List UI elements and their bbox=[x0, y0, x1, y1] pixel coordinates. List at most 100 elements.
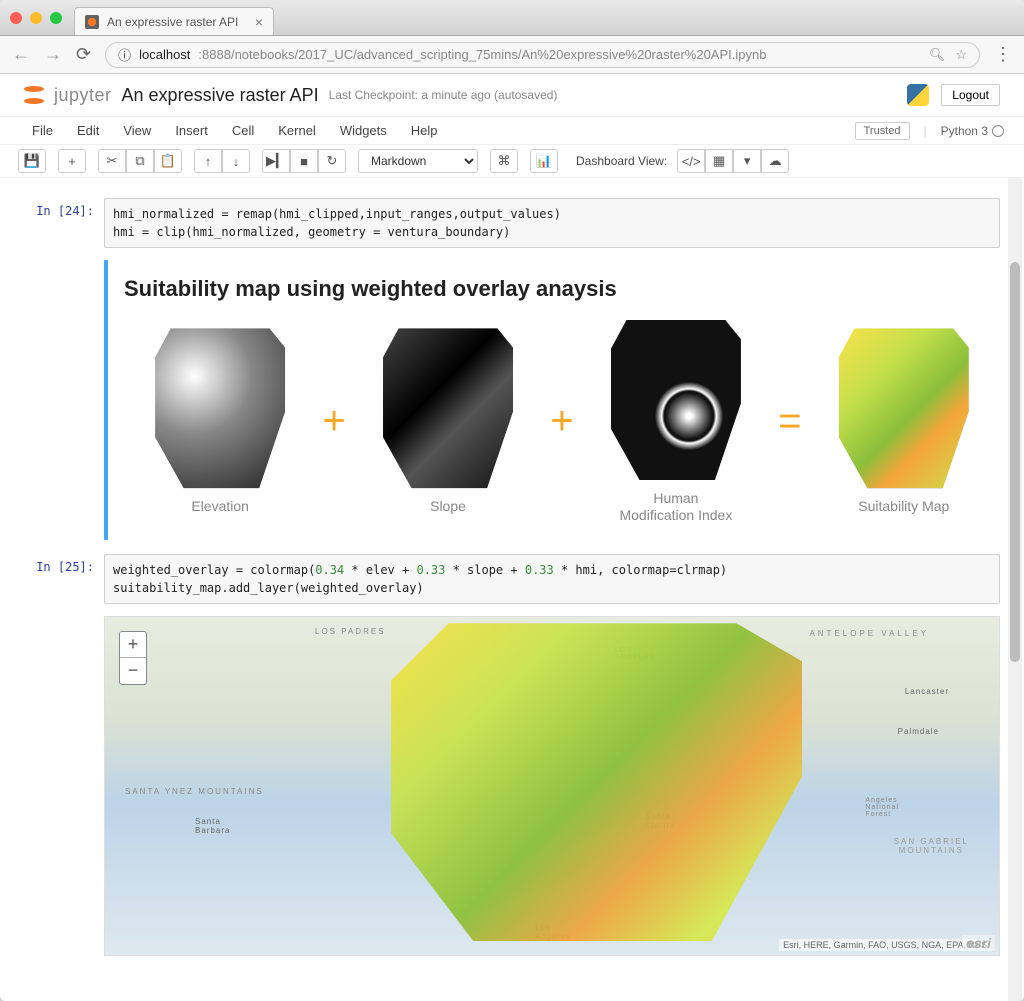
notebook-scrollbar[interactable] bbox=[1008, 178, 1022, 1001]
menubar: File Edit View Insert Cell Kernel Widget… bbox=[0, 116, 1024, 144]
jupyter-logo-text[interactable]: jupyter bbox=[54, 85, 112, 106]
python-kernel-icon bbox=[907, 84, 929, 106]
menu-edit[interactable]: Edit bbox=[65, 123, 111, 138]
map-label-ynez: SANTA YNEZ MOUNTAINS bbox=[125, 787, 264, 796]
zoom-out-button[interactable]: − bbox=[120, 658, 146, 684]
equals-icon: = bbox=[778, 399, 801, 444]
menu-widgets[interactable]: Widgets bbox=[328, 123, 399, 138]
nav-reload-icon[interactable]: ⟳ bbox=[76, 44, 91, 65]
save-button[interactable]: 💾 bbox=[18, 149, 46, 173]
map-attribution: Esri, HERE, Garmin, FAO, USGS, NGA, EPA,… bbox=[779, 939, 991, 951]
suitability-thumbnail bbox=[839, 328, 969, 488]
zoom-in-button[interactable]: + bbox=[120, 632, 146, 658]
dropdown-view-button[interactable]: ▾ bbox=[733, 149, 761, 173]
info-icon[interactable]: ⓘ bbox=[118, 45, 131, 64]
markdown-cell[interactable]: Suitability map using weighted overlay a… bbox=[104, 260, 1000, 540]
browser-tabstrip: An expressive raster API × bbox=[74, 0, 274, 35]
slope-layer: Slope bbox=[378, 328, 518, 515]
dashboard-extra-button[interactable]: ☁ bbox=[761, 149, 789, 173]
traffic-lights bbox=[10, 12, 62, 24]
restart-button[interactable]: ↻ bbox=[318, 149, 346, 173]
jupyter-header: jupyter An expressive raster API Last Ch… bbox=[0, 74, 1024, 116]
menu-insert[interactable]: Insert bbox=[163, 123, 220, 138]
jupyter-logo-icon[interactable] bbox=[24, 85, 44, 105]
paste-button[interactable]: 📋 bbox=[154, 149, 182, 173]
nav-back-icon[interactable]: ← bbox=[12, 44, 30, 65]
hmi-thumbnail bbox=[611, 320, 741, 480]
suitability-overlay bbox=[391, 623, 802, 941]
move-up-button[interactable]: ↑ bbox=[194, 149, 222, 173]
nav-forward-icon: → bbox=[44, 44, 62, 65]
checkpoint-text: Last Checkpoint: a minute ago (autosaved… bbox=[329, 88, 558, 102]
scrollbar-thumb[interactable] bbox=[1010, 262, 1020, 662]
cell-prompt: In [24]: bbox=[24, 198, 104, 248]
menu-cell[interactable]: Cell bbox=[220, 123, 266, 138]
command-palette-button[interactable]: ⌘ bbox=[490, 149, 518, 173]
map-label-antelope: ANTELOPE VALLEY bbox=[809, 629, 929, 638]
map-label-anf: Angeles National Forest bbox=[865, 797, 899, 818]
hmi-layer: Human Modification Index bbox=[606, 320, 746, 524]
esri-logo: esri bbox=[962, 935, 995, 951]
window-titlebar: An expressive raster API × bbox=[0, 0, 1024, 36]
notebook-area[interactable]: In [24]: hmi_normalized = remap(hmi_clip… bbox=[0, 178, 1024, 1001]
map-widget[interactable]: ANTELOPE VALLEY SANTA YNEZ MOUNTAINS LOS… bbox=[104, 616, 1000, 956]
slope-label: Slope bbox=[430, 498, 466, 515]
menu-view[interactable]: View bbox=[111, 123, 163, 138]
menu-file[interactable]: File bbox=[20, 123, 65, 138]
bookmark-star-icon[interactable]: ☆ bbox=[955, 47, 967, 63]
code-cell-25[interactable]: In [25]: weighted_overlay = colormap(0.3… bbox=[24, 554, 1000, 604]
map-label-lancaster: Lancaster bbox=[905, 687, 949, 696]
menu-help[interactable]: Help bbox=[399, 123, 450, 138]
cell-prompt: In [25]: bbox=[24, 554, 104, 604]
chrome-menu-icon[interactable]: ⋮ bbox=[994, 44, 1012, 65]
kernel-name: Python 3 bbox=[941, 124, 988, 138]
plus-icon: + bbox=[550, 399, 573, 444]
slope-thumbnail bbox=[383, 328, 513, 488]
map-label-sb: Santa Barbara bbox=[195, 817, 230, 835]
add-cell-button[interactable]: + bbox=[58, 149, 86, 173]
kernel-indicator[interactable]: Python 3 bbox=[941, 124, 1004, 138]
suitability-layer: Suitability Map bbox=[834, 328, 974, 515]
map-zoom-control: + − bbox=[119, 631, 147, 685]
close-window-button[interactable] bbox=[10, 12, 22, 24]
plus-icon: + bbox=[322, 399, 345, 444]
copy-button[interactable]: ⧉ bbox=[126, 149, 154, 173]
browser-addressbar: ← → ⟳ ⓘ localhost :8888/notebooks/2017_U… bbox=[0, 36, 1024, 74]
map-label-sgm: SAN GABRIEL MOUNTAINS bbox=[894, 837, 969, 855]
map-label-palmdale: Palmdale bbox=[898, 727, 939, 736]
code-cell-24[interactable]: In [24]: hmi_normalized = remap(hmi_clip… bbox=[24, 198, 1000, 248]
kernel-status-icon bbox=[992, 125, 1004, 137]
elevation-thumbnail bbox=[155, 328, 285, 488]
code-view-button[interactable]: </> bbox=[677, 149, 705, 173]
menu-kernel[interactable]: Kernel bbox=[266, 123, 328, 138]
logout-button[interactable]: Logout bbox=[941, 84, 1000, 106]
search-icon[interactable]: 🔍︎ bbox=[929, 47, 946, 63]
url-input[interactable]: ⓘ localhost :8888/notebooks/2017_UC/adva… bbox=[105, 42, 980, 68]
jupyter-favicon-icon bbox=[85, 15, 99, 29]
maximize-window-button[interactable] bbox=[50, 12, 62, 24]
grid-view-button[interactable]: ▦ bbox=[705, 149, 733, 173]
chart-button[interactable]: 📊 bbox=[530, 149, 558, 173]
map-label-padres: LOS PADRES bbox=[315, 627, 386, 636]
trusted-badge[interactable]: Trusted bbox=[855, 122, 910, 140]
section-heading: Suitability map using weighted overlay a… bbox=[124, 276, 1000, 302]
url-path: :8888/notebooks/2017_UC/advanced_scripti… bbox=[198, 47, 766, 62]
run-button[interactable]: ▶▎ bbox=[262, 149, 290, 173]
elevation-layer: Elevation bbox=[150, 328, 290, 515]
minimize-window-button[interactable] bbox=[30, 12, 42, 24]
cell-code[interactable]: hmi_normalized = remap(hmi_clipped,input… bbox=[104, 198, 1000, 248]
url-host: localhost bbox=[139, 47, 190, 62]
stop-button[interactable]: ■ bbox=[290, 149, 318, 173]
tab-title: An expressive raster API bbox=[107, 15, 247, 29]
tab-close-icon[interactable]: × bbox=[255, 14, 263, 30]
cut-button[interactable]: ✂ bbox=[98, 149, 126, 173]
move-down-button[interactable]: ↓ bbox=[222, 149, 250, 173]
toolbar: 💾 + ✂ ⧉ 📋 ↑ ↓ ▶▎ ■ ↻ Markdown ⌘ 📊 Dashbo… bbox=[0, 144, 1024, 178]
notebook-title[interactable]: An expressive raster API bbox=[122, 85, 319, 106]
dashboard-view-label: Dashboard View: bbox=[576, 154, 667, 168]
celltype-select[interactable]: Markdown bbox=[358, 149, 478, 173]
browser-tab[interactable]: An expressive raster API × bbox=[74, 7, 274, 35]
suitability-label: Suitability Map bbox=[858, 498, 949, 515]
elevation-label: Elevation bbox=[191, 498, 249, 515]
cell-code[interactable]: weighted_overlay = colormap(0.34 * elev … bbox=[104, 554, 1000, 604]
